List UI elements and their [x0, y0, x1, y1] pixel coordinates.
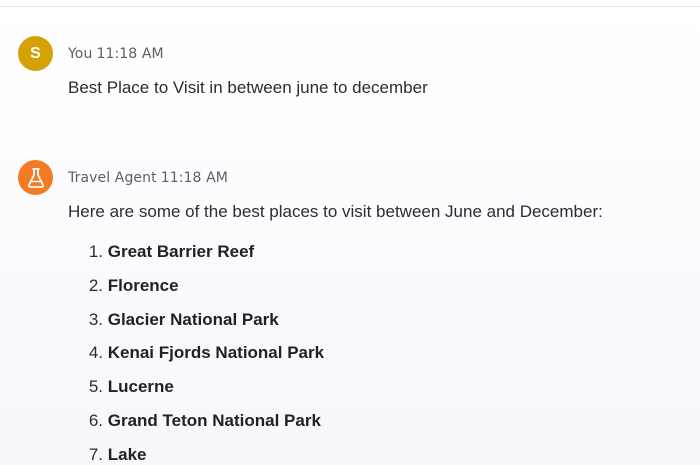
message-meta: Travel Agent 11:18 AM	[68, 170, 228, 186]
sender-name: Travel Agent	[68, 170, 157, 186]
place-name: Grand Teton National Park	[107, 410, 321, 430]
list-number: 7.	[88, 444, 103, 464]
list-number: 1.	[88, 242, 103, 261]
list-item: 6. Grand Teton National Park	[68, 411, 324, 445]
list-number: 6.	[88, 410, 103, 430]
top-divider	[0, 6, 700, 7]
avatar-letter: S	[30, 44, 41, 62]
list-item: 1. Great Barrier Reef	[68, 242, 324, 276]
list-number: 3.	[88, 309, 103, 329]
agent-avatar[interactable]	[18, 160, 53, 195]
list-item: 4. Kenai Fjords National Park	[68, 343, 324, 377]
place-name: Florence	[107, 275, 179, 295]
timestamp: 11:18 AM	[160, 170, 228, 186]
place-name: Lucerne	[107, 377, 174, 397]
place-name: Great Barrier Reef	[107, 242, 255, 261]
place-name: Glacier National Park	[107, 309, 279, 329]
timestamp: 11:18 AM	[96, 46, 164, 62]
list-item: 3. Glacier National Park	[68, 310, 324, 344]
message-text: Best Place to Visit in between june to d…	[68, 78, 428, 97]
flask-icon	[27, 167, 44, 188]
list-number: 5.	[88, 377, 103, 397]
list-number: 2.	[88, 275, 103, 295]
message-meta: You 11:18 AM	[68, 46, 164, 62]
places-list: 1. Great Barrier Reef 2. Florence 3. Gla…	[68, 242, 324, 465]
list-item: 5. Lucerne	[68, 377, 324, 411]
list-item: 2. Florence	[68, 276, 324, 310]
sender-name: You	[68, 46, 93, 62]
user-avatar[interactable]: S	[18, 36, 53, 71]
list-number: 4.	[88, 343, 103, 363]
place-name: Lake	[107, 444, 147, 464]
place-name: Kenai Fjords National Park	[107, 343, 325, 363]
message-text: Here are some of the best places to visi…	[68, 202, 603, 221]
list-item: 7. Lake	[68, 445, 324, 465]
